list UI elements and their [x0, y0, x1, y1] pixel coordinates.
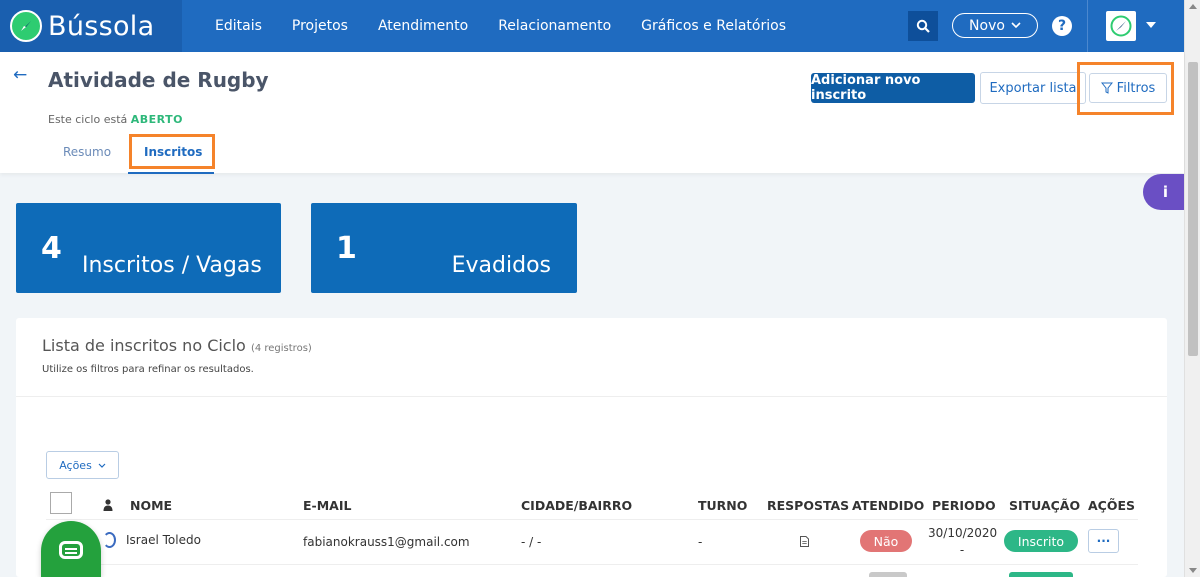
partial-status-badge [1009, 572, 1073, 577]
nav-item-atendimento[interactable]: Atendimento [363, 18, 483, 34]
row-turno: - [698, 535, 703, 549]
select-all-checkbox[interactable] [50, 492, 72, 514]
cycle-status-value: ABERTO [130, 113, 183, 126]
divider [16, 396, 1167, 397]
row-cidade: - / - [521, 535, 542, 549]
divider [46, 519, 1138, 520]
column-header-email[interactable]: E-MAIL [303, 498, 351, 513]
info-icon[interactable]: i [1143, 174, 1184, 210]
tab-resumo[interactable]: Resumo [63, 145, 111, 159]
novo-label: Novo [969, 17, 1005, 34]
column-header-cidade-bairro[interactable]: CIDADE/BAIRRO [521, 498, 632, 513]
list-title-text: Lista de inscritos no Ciclo [42, 336, 246, 355]
status-badge: Inscrito [1004, 530, 1078, 552]
brand[interactable]: Bússola [0, 0, 182, 52]
document-icon[interactable] [800, 536, 809, 547]
periodo-dash: - [959, 543, 965, 557]
list-title: Lista de inscritos no Ciclo (4 registros… [42, 336, 312, 355]
bulk-actions-dropdown[interactable]: Ações [46, 451, 119, 479]
add-inscrito-button[interactable]: Adicionar novo inscrito [811, 73, 975, 103]
page-header: ← Atividade de Rugby Este ciclo está ABE… [0, 52, 1184, 174]
chevron-down-icon [98, 463, 106, 468]
column-header-turno[interactable]: TURNO [698, 498, 747, 513]
column-header-situacao[interactable]: SITUAÇÃO [1009, 498, 1080, 513]
arrow-left-icon[interactable]: ← [13, 65, 27, 85]
stat-label: Inscritos / Vagas [82, 253, 262, 278]
stat-card-evadidos: 1 Evadidos [311, 203, 577, 293]
list-count: (4 registros) [250, 343, 312, 354]
highlight-box-inscritos [129, 134, 215, 169]
compass-icon [10, 10, 42, 42]
chat-icon [59, 541, 83, 559]
search-icon [916, 19, 930, 33]
divider [46, 564, 1138, 565]
main-nav: Editais Projetos Atendimento Relacioname… [200, 0, 801, 52]
brand-name: Bússola [48, 10, 155, 42]
nav-item-graficos-relatorios[interactable]: Gráficos e Relatórios [626, 18, 801, 34]
stat-value: 1 [336, 231, 357, 266]
cycle-status-prefix: Este ciclo está [48, 113, 128, 126]
row-actions-button[interactable]: ··· [1088, 529, 1119, 553]
cycle-status: Este ciclo está ABERTO [48, 113, 183, 126]
column-header-respostas[interactable]: RESPOSTAS [767, 498, 849, 513]
chat-button[interactable] [41, 521, 101, 577]
user-menu-avatar[interactable] [1106, 11, 1136, 41]
row-email: fabianokrauss1@gmail.com [303, 535, 470, 549]
scroll-thumb[interactable] [1188, 62, 1198, 356]
periodo-date: 30/10/2020 [928, 526, 998, 540]
search-button[interactable] [908, 11, 938, 41]
column-header-atendido[interactable]: ATENDIDO [852, 498, 924, 513]
row-periodo: 30/10/2020 - [928, 525, 998, 559]
help-icon[interactable]: ? [1052, 16, 1072, 36]
top-navbar: Bússola Editais Projetos Atendimento Rel… [0, 0, 1184, 52]
caret-down-icon[interactable] [1146, 22, 1156, 28]
row-nome[interactable]: Israel Toledo [126, 533, 201, 547]
stat-value: 4 [41, 231, 62, 266]
column-header-periodo[interactable]: PERIODO [932, 498, 996, 513]
nav-item-projetos[interactable]: Projetos [277, 18, 363, 34]
export-list-button[interactable]: Exportar lista [980, 72, 1086, 104]
page-scrollbar[interactable] [1184, 0, 1200, 577]
list-subtitle: Utilize os filtros para refinar os resul… [42, 364, 254, 375]
user-icon [103, 499, 113, 511]
column-header-nome[interactable]: NOME [130, 498, 172, 513]
atendido-badge: Não [860, 530, 912, 552]
compass-avatar-icon [1110, 15, 1132, 37]
inscritos-list-panel: Lista de inscritos no Ciclo (4 registros… [16, 318, 1167, 577]
highlight-box-filtros [1077, 62, 1174, 115]
stat-label: Evadidos [451, 253, 551, 278]
active-tab-indicator [128, 172, 214, 174]
chevron-down-icon [1011, 22, 1021, 29]
partial-badge [869, 572, 907, 577]
bulk-actions-label: Ações [59, 458, 92, 472]
nav-item-relacionamento[interactable]: Relacionamento [483, 18, 626, 34]
stat-card-inscritos: 4 Inscritos / Vagas [16, 203, 281, 293]
avatar [103, 532, 116, 548]
column-header-acoes[interactable]: AÇÕES [1088, 498, 1135, 513]
novo-dropdown-button[interactable]: Novo [952, 13, 1038, 38]
nav-item-editais[interactable]: Editais [200, 18, 277, 34]
page-title: Atividade de Rugby [48, 68, 269, 92]
scroll-down-arrow[interactable] [1189, 568, 1197, 573]
scroll-up-arrow[interactable] [1189, 4, 1197, 9]
nav-divider [1087, 0, 1088, 52]
